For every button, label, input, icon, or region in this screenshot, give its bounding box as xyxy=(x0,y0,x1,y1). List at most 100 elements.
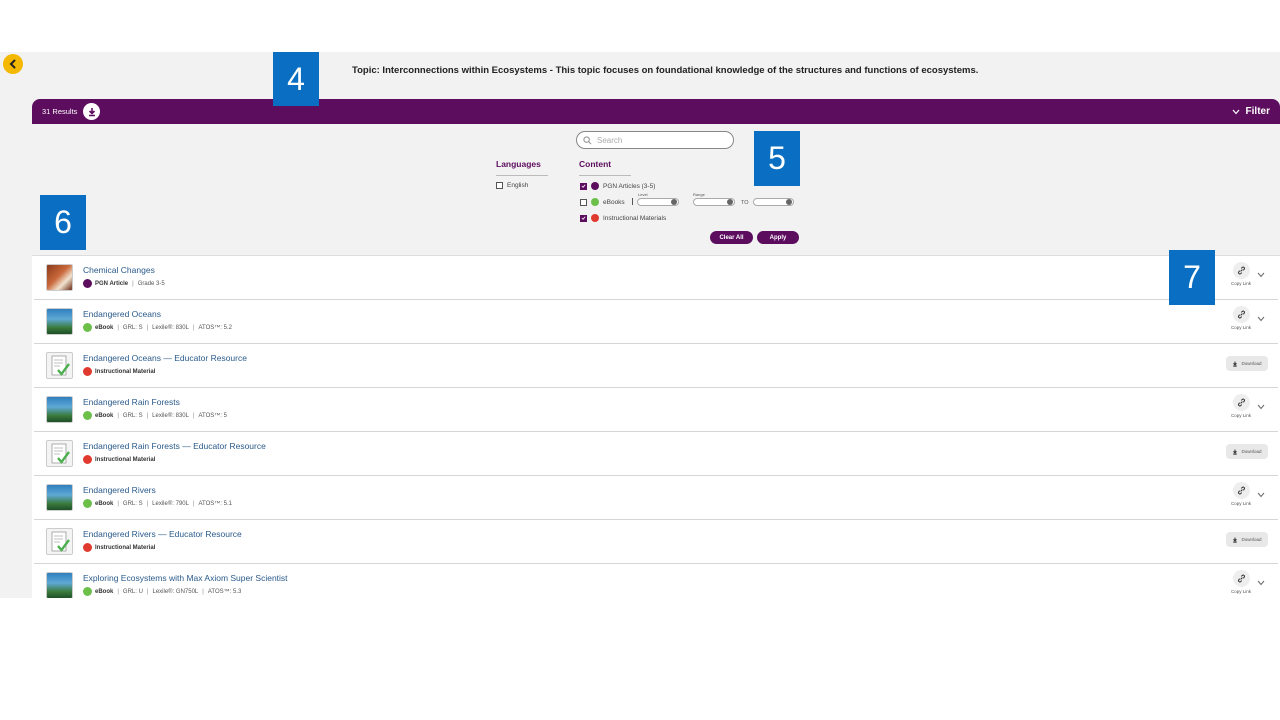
result-row: Exploring Ecosystems with Max Axiom Supe… xyxy=(34,564,1278,598)
search-icon xyxy=(583,135,592,144)
result-title[interactable]: Exploring Ecosystems with Max Axiom Supe… xyxy=(83,573,288,583)
chevron-down-icon xyxy=(671,199,677,205)
content-type-icon xyxy=(83,323,92,332)
meta-detail: ATOS™: 5.1 xyxy=(198,500,232,507)
range-to-label: TO xyxy=(741,200,749,206)
copy-link-label: Copy Link xyxy=(1230,325,1251,330)
result-title[interactable]: Endangered Oceans — Educator Resource xyxy=(83,353,247,363)
result-thumbnail[interactable] xyxy=(46,308,73,335)
callout-6: 6 xyxy=(40,195,86,250)
filter-toggle[interactable]: Filter xyxy=(1232,106,1270,117)
meta-separator: | xyxy=(146,500,149,507)
meta-detail: ATOS™: 5 xyxy=(198,412,227,419)
copy-link-label: Copy Link xyxy=(1230,589,1251,594)
level-label: Level xyxy=(638,192,648,197)
meta-separator: | xyxy=(146,588,149,595)
chevron-down-icon[interactable] xyxy=(1257,316,1265,322)
range-from-select[interactable] xyxy=(693,198,735,206)
filter-label: Filter xyxy=(1245,106,1270,117)
range-label: Range xyxy=(693,192,705,197)
english-checkbox[interactable] xyxy=(496,182,503,189)
result-title[interactable]: Endangered Rivers — Educator Resource xyxy=(83,529,242,539)
content-type-icon xyxy=(83,455,92,464)
result-title[interactable]: Endangered Rain Forests xyxy=(83,397,180,407)
link-icon xyxy=(1237,266,1245,275)
results-bar: 31 Results Filter xyxy=(32,99,1280,124)
download-results-button[interactable] xyxy=(83,103,101,120)
result-thumbnail[interactable] xyxy=(46,528,73,555)
download-button[interactable]: Download xyxy=(1226,444,1268,459)
link-icon xyxy=(1237,398,1245,407)
clear-all-button[interactable]: Clear All xyxy=(710,231,753,244)
result-title[interactable]: Endangered Rivers xyxy=(83,485,156,495)
result-thumbnail[interactable] xyxy=(46,396,73,423)
result-meta: Instructional Material xyxy=(83,367,155,376)
results-count: 31 Results xyxy=(42,107,78,116)
meta-separator: | xyxy=(192,500,195,507)
content-divider xyxy=(579,175,631,176)
meta-detail: Lexile®: 830L xyxy=(152,412,189,419)
meta-detail: Lexile®: 830L xyxy=(152,324,189,331)
content-type-icon xyxy=(83,411,92,420)
results-panel: 31 Results Filter Languages xyxy=(32,99,1280,598)
chevron-down-icon[interactable] xyxy=(1257,272,1265,278)
result-row: Endangered Rivers eBook | GRL: S | Lexile®: 7… xyxy=(34,476,1278,520)
material-icon xyxy=(591,214,599,222)
meta-detail: Lexile®: GN750L xyxy=(152,588,199,595)
download-icon xyxy=(88,107,96,116)
ebooks-label: eBooks xyxy=(603,198,625,206)
result-thumbnail[interactable] xyxy=(46,484,73,511)
range-to-select[interactable] xyxy=(753,198,794,206)
chevron-left-icon xyxy=(9,59,16,69)
download-button[interactable]: Download xyxy=(1226,356,1268,371)
apply-button[interactable]: Apply xyxy=(757,231,799,244)
chevron-down-icon[interactable] xyxy=(1257,492,1265,498)
callout-5: 5 xyxy=(754,131,800,186)
content-materials-option[interactable]: Instructional Materials xyxy=(580,214,666,222)
copy-link-button[interactable] xyxy=(1232,306,1250,323)
copy-link-label: Copy Link xyxy=(1230,281,1251,286)
level-select[interactable] xyxy=(637,198,679,206)
result-thumbnail[interactable] xyxy=(46,440,73,467)
copy-link-label: Copy Link xyxy=(1230,501,1251,506)
languages-heading: Languages xyxy=(496,159,541,169)
copy-link-button[interactable] xyxy=(1232,482,1250,499)
download-icon xyxy=(1233,361,1238,367)
back-button[interactable] xyxy=(3,54,23,74)
meta-detail: ATOS™: 5.2 xyxy=(198,324,232,331)
result-thumbnail[interactable] xyxy=(46,264,73,291)
result-thumbnail[interactable] xyxy=(46,572,73,598)
ebook-icon xyxy=(591,198,599,206)
result-title[interactable]: Endangered Oceans xyxy=(83,309,161,319)
content-ebooks-option[interactable]: eBooks xyxy=(580,198,625,206)
result-title[interactable]: Chemical Changes xyxy=(83,265,155,275)
copy-link-button[interactable] xyxy=(1232,394,1250,411)
callout-4: 4 xyxy=(273,52,319,106)
result-meta: eBook | GRL: S | Lexile®: 790L | ATOS™: 5.1 xyxy=(83,499,232,508)
ebooks-checkbox[interactable] xyxy=(580,198,587,206)
chevron-down-icon xyxy=(1232,109,1240,114)
copy-link-button[interactable] xyxy=(1232,262,1250,279)
materials-checkbox[interactable] xyxy=(580,214,587,222)
content-type-label: Instructional Material xyxy=(95,368,156,375)
content-type-label: PGN Article xyxy=(95,280,129,287)
copy-link-button[interactable] xyxy=(1232,570,1250,587)
chevron-down-icon[interactable] xyxy=(1257,404,1265,410)
link-icon xyxy=(1237,574,1245,583)
language-english-option[interactable]: English xyxy=(496,182,528,189)
callout-7: 7 xyxy=(1169,250,1215,305)
filter-panel: Languages English Content PGN Articles (… xyxy=(32,124,1280,256)
result-thumbnail[interactable] xyxy=(46,352,73,379)
result-row: Endangered Oceans eBook | GRL: S | Lexile®: 8… xyxy=(34,300,1278,344)
meta-separator: | xyxy=(117,500,119,507)
result-title[interactable]: Endangered Rain Forests — Educator Resou… xyxy=(83,441,266,451)
content-pgn-option[interactable]: PGN Articles (3-5) xyxy=(580,182,655,190)
ebooks-separator xyxy=(632,198,633,205)
result-row: Endangered Rivers — Educator Resource Ins… xyxy=(34,520,1278,564)
result-row: Endangered Oceans — Educator Resource Ins… xyxy=(34,344,1278,388)
pgn-checkbox[interactable] xyxy=(580,182,587,190)
download-button[interactable]: Download xyxy=(1226,532,1268,547)
chevron-down-icon[interactable] xyxy=(1257,580,1265,586)
search-input[interactable] xyxy=(597,135,717,145)
download-icon xyxy=(1233,449,1238,455)
